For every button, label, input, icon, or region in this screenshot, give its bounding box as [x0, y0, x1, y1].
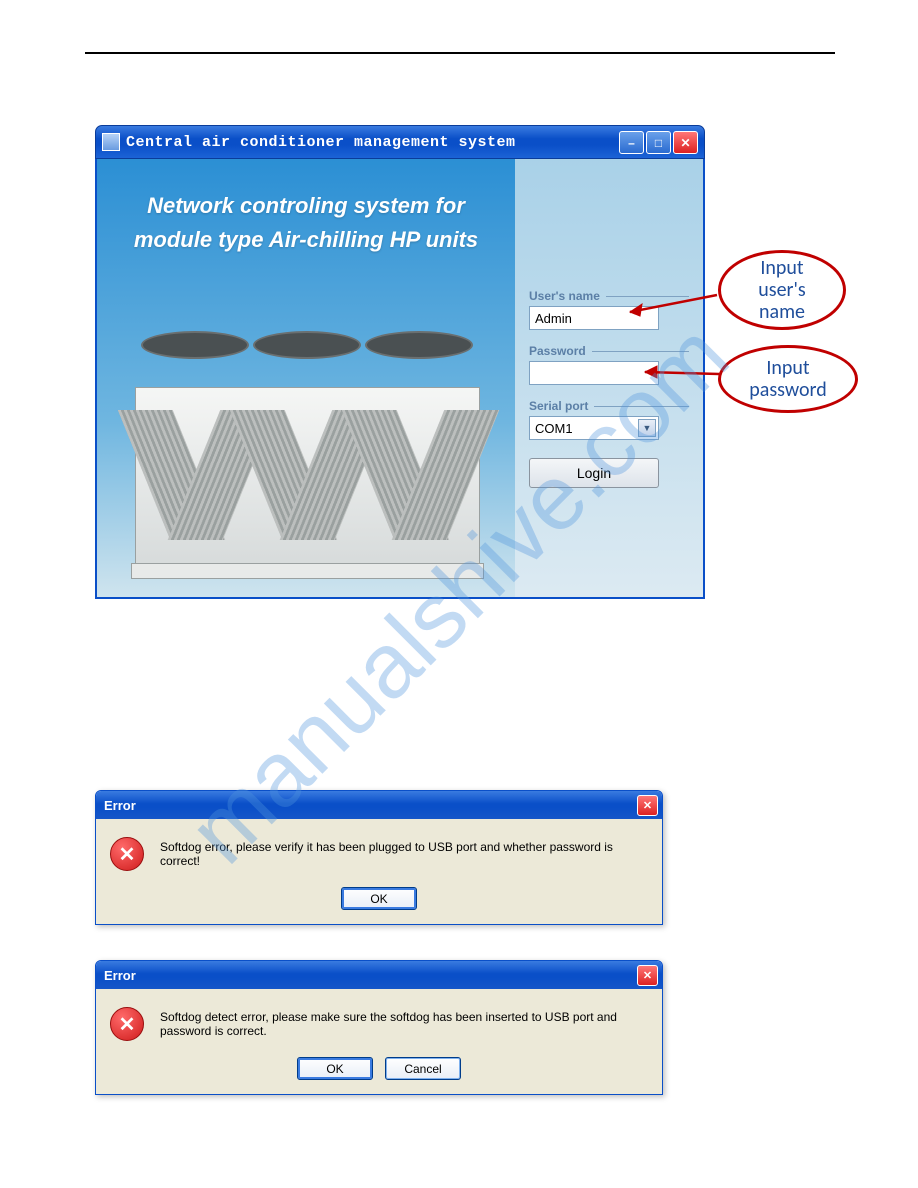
cancel-button[interactable]: Cancel — [385, 1057, 461, 1080]
dialog-title-text: Error — [104, 968, 136, 983]
horizontal-rule — [85, 52, 835, 54]
dialog-title-text: Error — [104, 798, 136, 813]
minimize-button[interactable]: – — [619, 131, 644, 154]
dialog-titlebar[interactable]: Error ✕ — [96, 791, 662, 819]
dialog-body: ✕ Softdog error, please verify it has be… — [96, 819, 662, 924]
ok-button[interactable]: OK — [297, 1057, 373, 1080]
close-button[interactable]: ✕ — [673, 131, 698, 154]
chevron-down-icon[interactable]: ▼ — [638, 419, 656, 437]
app-icon — [102, 133, 120, 151]
callout-username: Input user's name — [718, 250, 846, 330]
dialog-body: ✕ Softdog detect error, please make sure… — [96, 989, 662, 1094]
serialport-select[interactable]: ▼ — [529, 416, 659, 440]
dialog-message: Softdog detect error, please make sure t… — [160, 1010, 648, 1038]
login-body: Network controling system for module typ… — [95, 159, 705, 599]
window-title: Central air conditioner management syste… — [126, 134, 516, 151]
arrow-password — [637, 360, 722, 384]
error-icon: ✕ — [110, 837, 144, 871]
maximize-button[interactable]: □ — [646, 131, 671, 154]
ok-button[interactable]: OK — [341, 887, 417, 910]
hero-panel: Network controling system for module typ… — [97, 159, 515, 597]
password-label: Password — [529, 344, 689, 358]
error-dialog-1: Error ✕ ✕ Softdog error, please verify i… — [95, 790, 663, 925]
ac-unit-illustration — [135, 349, 480, 579]
login-button[interactable]: Login — [529, 458, 659, 488]
callout-password: Input password — [718, 345, 858, 413]
window-titlebar[interactable]: Central air conditioner management syste… — [95, 125, 705, 159]
close-icon[interactable]: ✕ — [637, 965, 658, 986]
error-icon: ✕ — [110, 1007, 144, 1041]
hero-heading: Network controling system for module typ… — [117, 189, 495, 257]
window-controls: – □ ✕ — [619, 131, 698, 154]
dialog-message: Softdog error, please verify it has been… — [160, 840, 648, 868]
close-icon[interactable]: ✕ — [637, 795, 658, 816]
error-dialog-2: Error ✕ ✕ Softdog detect error, please m… — [95, 960, 663, 1095]
serialport-label: Serial port — [529, 399, 689, 413]
login-window: Central air conditioner management syste… — [95, 125, 705, 599]
dialog-titlebar[interactable]: Error ✕ — [96, 961, 662, 989]
arrow-username — [622, 290, 722, 320]
